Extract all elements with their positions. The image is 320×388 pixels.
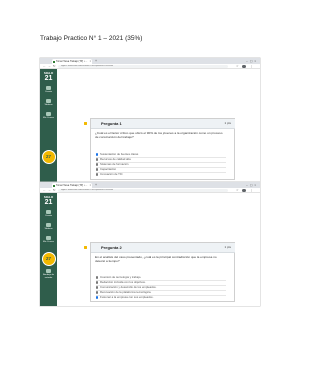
question-title: Pregunta 2: [101, 245, 122, 250]
profile-avatar-icon[interactable]: [242, 64, 246, 69]
radio-button[interactable]: [96, 173, 99, 176]
sidebar-item-bandeja[interactable]: Bandeja de entrada: [40, 269, 57, 279]
sidebar-item-cuenta[interactable]: Cuenta: [40, 86, 57, 94]
tab-title: Tomar Tarea Trabajo (TP) • ...: [56, 60, 88, 63]
radio-button-selected[interactable]: [96, 153, 99, 156]
bookmark-star-icon[interactable]: ☆: [236, 64, 239, 69]
sidebar-item-label: Tableros: [44, 104, 53, 106]
option-label: Fusionar a la empresa con sus empleados.: [100, 295, 154, 299]
answer-option[interactable]: Innovación de TIC: [96, 172, 226, 177]
sidebar-item-label: Mis Cursos: [43, 117, 54, 119]
document-title: Trabajo Practico N° 1 – 2021 (35%): [40, 35, 143, 42]
sidebar-item-label: Cuenta: [44, 215, 53, 217]
sidebar-item-label: Bandeja de entrada: [42, 274, 55, 279]
account-icon: [46, 86, 51, 90]
radio-button[interactable]: [96, 158, 99, 161]
sidebar-item-label: Tableros: [44, 228, 53, 230]
radio-button[interactable]: [96, 281, 99, 284]
logo-text-big: 21: [44, 199, 53, 206]
address-bar[interactable]: siglo21.instructure.com/courses/17853/qu…: [58, 189, 228, 192]
lms-sidebar: SIGLO 21 Cuenta Tableros Mis Cursos 27 B…: [40, 193, 57, 306]
option-label: Innovación de TIC: [100, 172, 123, 176]
sidebar-item-label: Cuenta: [44, 91, 53, 93]
screenshot-2: Tomar Tarea Trabajo (TP) • ... × + –▢× ←…: [40, 182, 260, 306]
browser-toolbar: ← → ↻ siglo21.instructure.com/courses/17…: [40, 64, 260, 69]
radio-button[interactable]: [96, 276, 99, 279]
radio-button[interactable]: [96, 163, 99, 166]
favicon-icon: [53, 60, 55, 63]
sidebar-item-cursos[interactable]: Mis Cursos: [40, 236, 57, 244]
browser-menu-icon[interactable]: ⋮: [250, 188, 253, 193]
bookmark-star-icon[interactable]: ☆: [236, 188, 239, 193]
siglo21-logo[interactable]: SIGLO 21: [43, 196, 54, 207]
sidebar-badge[interactable]: 27: [42, 253, 55, 265]
siglo21-logo[interactable]: SIGLO 21: [43, 72, 54, 83]
question-points: 1 pts: [224, 121, 231, 125]
address-bar[interactable]: siglo21.instructure.com/courses/17853/qu…: [58, 65, 228, 68]
sidebar-item-tableros[interactable]: Tableros: [40, 99, 57, 107]
radio-button-selected[interactable]: [96, 296, 99, 299]
radio-button[interactable]: [96, 291, 99, 294]
tab-title: Tomar Tarea Trabajo (TP) • ...: [56, 184, 88, 187]
dashboard-icon: [46, 99, 51, 103]
question-points: 1 pts: [224, 245, 231, 249]
question-header: Pregunta 2 1 pts: [91, 243, 235, 253]
answer-option[interactable]: Fusionar a la empresa con sus empleados.: [96, 295, 226, 300]
radio-button[interactable]: [96, 286, 99, 289]
courses-icon: [46, 236, 51, 240]
question-card: Pregunta 2 1 pts En el análisis del caso…: [90, 242, 235, 302]
question-card: Pregunta 1 1 pts ¿Cuál es el factor crít…: [90, 118, 235, 180]
question-header: Pregunta 1 1 pts: [91, 119, 235, 129]
favicon-icon: [53, 184, 55, 187]
radio-button[interactable]: [96, 168, 99, 171]
sidebar-item-cuenta[interactable]: Cuenta: [40, 210, 57, 218]
question-text: ¿Cuál es el factor crítico que ubicó el …: [95, 131, 223, 139]
flag-question-icon[interactable]: [84, 246, 87, 249]
browser-toolbar: ← → ↻ siglo21.instructure.com/courses/17…: [40, 188, 260, 193]
inbox-icon: [46, 269, 51, 273]
profile-avatar-icon[interactable]: [242, 188, 246, 193]
sidebar-item-label: Mis Cursos: [43, 241, 54, 243]
flag-question-icon[interactable]: [84, 122, 87, 125]
sidebar-badge[interactable]: 27: [42, 151, 55, 163]
question-text: En el análisis del caso presentado, ¿cuá…: [95, 255, 217, 263]
dashboard-icon: [46, 223, 51, 227]
screenshot-1: Tomar Tarea Trabajo (TP) • ... × + –▢× ←…: [40, 58, 260, 182]
account-icon: [46, 210, 51, 214]
question-title: Pregunta 1: [101, 121, 122, 126]
sidebar-item-cursos[interactable]: Mis Cursos: [40, 112, 57, 120]
sidebar-item-tableros[interactable]: Tableros: [40, 223, 57, 231]
lms-sidebar: SIGLO 21 Cuenta Tableros Mis Cursos 27: [40, 69, 57, 182]
browser-menu-icon[interactable]: ⋮: [250, 64, 253, 69]
courses-icon: [46, 112, 51, 116]
logo-text-big: 21: [44, 75, 53, 82]
